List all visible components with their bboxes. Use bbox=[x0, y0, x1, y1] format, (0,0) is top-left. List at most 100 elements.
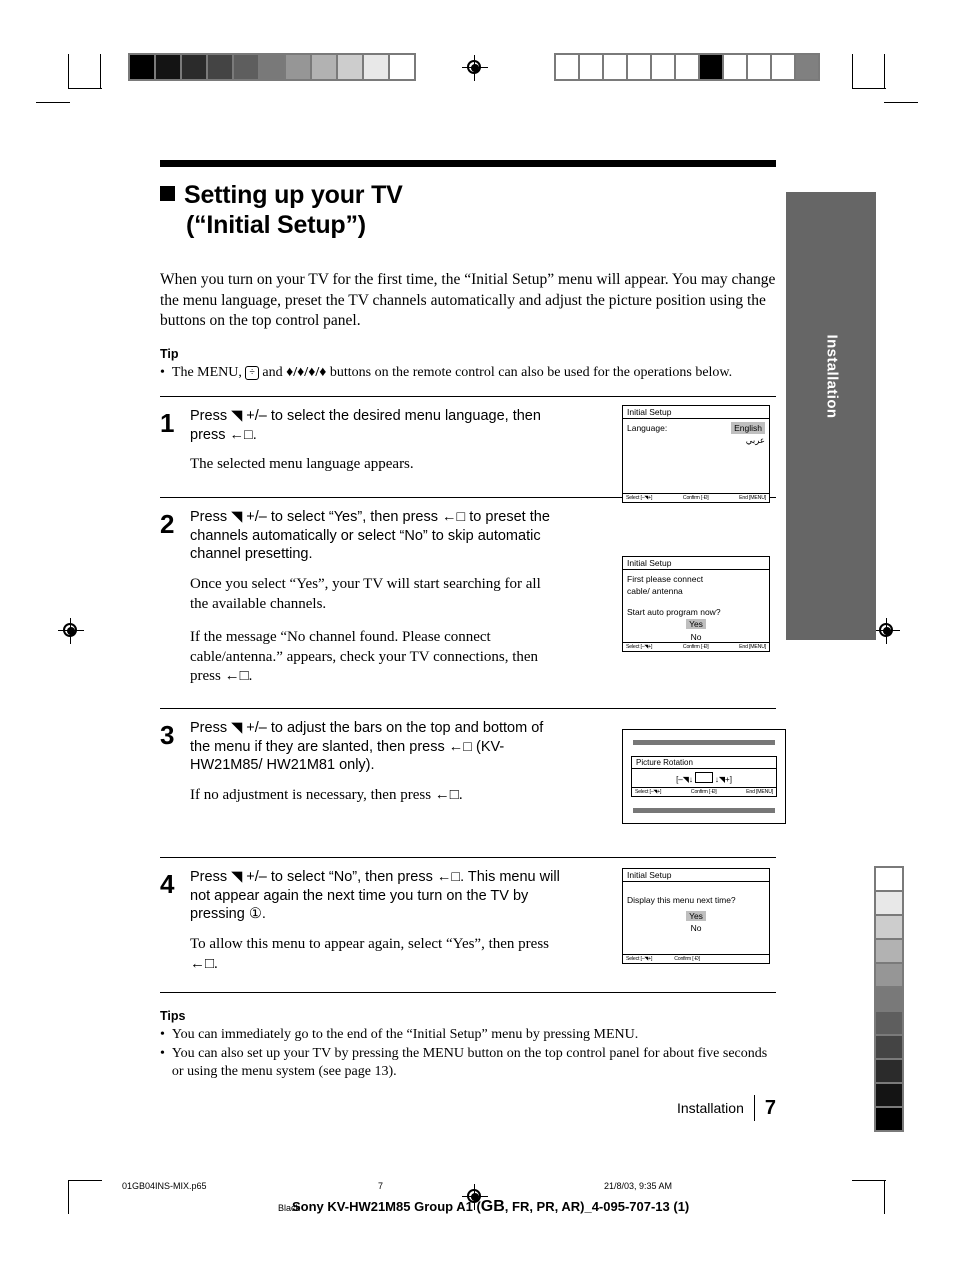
swatch-1 bbox=[876, 892, 902, 914]
step-3-instruction: Press ◥ +/– to adjust the bars on the to… bbox=[190, 719, 544, 774]
swatch-9 bbox=[364, 55, 388, 79]
swatch-0 bbox=[556, 55, 578, 79]
crop-mark-top-left-h2 bbox=[36, 102, 70, 103]
swatch-5 bbox=[676, 55, 698, 79]
osd-option-yes[interactable]: Yes bbox=[686, 910, 706, 921]
osd-option-yes[interactable]: Yes bbox=[686, 619, 706, 630]
swatch-1 bbox=[580, 55, 602, 79]
print-footer-page: 7 bbox=[378, 1181, 384, 1191]
tip-list-item-text: The MENU, ÷ and ♦/♦/♦/♦ buttons on the r… bbox=[172, 364, 732, 382]
step-1-note: The selected menu language appears. bbox=[190, 456, 414, 473]
doc-title-post: , FR, PR, AR)_4-095-707-13 (1) bbox=[504, 1199, 690, 1214]
osd-option-yes-row: Yes bbox=[627, 910, 765, 922]
osd-rotation-box: Picture Rotation [–◥↓ ↓◥+] Select [–◥+] C… bbox=[631, 755, 777, 797]
crop-mark-bottom-right-v bbox=[884, 1180, 885, 1214]
tips-item-text: You can also set up your TV by pressing … bbox=[171, 1045, 768, 1079]
osd-rotation-control-right: ↓◥+] bbox=[714, 774, 732, 784]
step-3-number: 3 bbox=[160, 719, 175, 750]
swatch-7 bbox=[724, 55, 746, 79]
osd-language-option-english[interactable]: English bbox=[731, 421, 765, 434]
print-footer-doc-title: Sony KV-HW21M85 Group A1 (GB, FR, PR, AR… bbox=[292, 1198, 689, 1216]
step-3: 3 Press ◥ +/– to adjust the bars on the … bbox=[160, 709, 786, 857]
osd-display-question: Display this menu next time? bbox=[627, 894, 736, 905]
swatch-7 bbox=[312, 55, 336, 79]
osd-footer-select: Select [–◥+] bbox=[626, 955, 653, 962]
step-4-instruction: Press ◥ +/– to select “No”, then press ←… bbox=[190, 868, 560, 923]
osd-footer-confirm: Confirm [·Ð] bbox=[690, 788, 717, 795]
crop-mark-top-left-h bbox=[68, 88, 102, 89]
swatch-8 bbox=[338, 55, 362, 79]
osd-title: Initial Setup bbox=[623, 869, 769, 882]
grayscale-step-wedge-top bbox=[128, 53, 416, 81]
step-3-body: Press ◥ +/– to adjust the bars on the to… bbox=[190, 719, 560, 845]
osd-title: Initial Setup bbox=[623, 557, 769, 570]
step-4-screenshot: Initial Setup Display this menu next tim… bbox=[622, 867, 770, 964]
osd-connect-line1: First please connect bbox=[627, 573, 704, 584]
tip-text-after: buttons on the remote control can also b… bbox=[329, 365, 733, 381]
swatch-6 bbox=[700, 55, 722, 79]
step-4-body: Press ◥ +/– to select “No”, then press ←… bbox=[190, 868, 560, 980]
osd-autoprogram-screen: Initial Setup First please connect cable… bbox=[622, 555, 770, 652]
swatch-9 bbox=[876, 1084, 902, 1106]
swatch-10 bbox=[876, 1108, 902, 1130]
step-1-body: Press ◥ +/– to select the desired menu l… bbox=[190, 407, 560, 485]
bullet-icon: • bbox=[160, 365, 165, 381]
print-footer-timestamp: 21/8/03, 9:35 AM bbox=[604, 1181, 673, 1191]
osd-footer-confirm: Confirm [·Ð] bbox=[674, 955, 700, 962]
swatch-4 bbox=[876, 964, 902, 986]
swatch-10 bbox=[390, 55, 414, 79]
osd-rotation-slider-box[interactable] bbox=[694, 771, 713, 783]
step-2-note-2: If the message “No channel found. Please… bbox=[190, 629, 539, 685]
osd-picture-rotation-screen: Picture Rotation [–◥↓ ↓◥+] Select [–◥+] C… bbox=[622, 728, 786, 824]
osd-footer-end: End [MENU] bbox=[739, 643, 766, 650]
step-1-number: 1 bbox=[160, 407, 175, 438]
swatch-5 bbox=[260, 55, 284, 79]
section-tab-label: Installation bbox=[823, 334, 841, 419]
swatch-3 bbox=[628, 55, 650, 79]
swatch-8 bbox=[748, 55, 770, 79]
swatch-4 bbox=[652, 55, 674, 79]
tips-section: Tips • You can immediately go to the end… bbox=[160, 1009, 776, 1082]
registration-mark-left bbox=[58, 618, 84, 644]
square-bullet-icon bbox=[160, 186, 175, 201]
crop-mark-bottom-left-h bbox=[68, 1180, 102, 1181]
footer-section-label: Installation bbox=[676, 1100, 744, 1117]
step-1-instruction: Press ◥ +/– to select the desired menu l… bbox=[190, 407, 541, 443]
osd-connect-line2: cable/ antenna bbox=[627, 585, 683, 596]
step-3-note: If no adjustment is necessary, then pres… bbox=[190, 787, 463, 804]
crop-mark-top-right-v bbox=[884, 54, 885, 88]
jog-dial-icon: ÷ bbox=[245, 366, 259, 381]
tip-text-mid: and bbox=[262, 365, 283, 381]
osd-language-option-arabic[interactable]: عربي bbox=[627, 434, 765, 446]
intro-paragraph: When you turn on your TV for the first t… bbox=[160, 271, 776, 330]
swatch-7 bbox=[876, 1036, 902, 1058]
bullet-icon: • bbox=[160, 1045, 165, 1061]
osd-rotation-control-left: [–◥↓ bbox=[676, 774, 693, 784]
step-3-screenshot: Picture Rotation [–◥↓ ↓◥+] Select [–◥+] C… bbox=[622, 728, 786, 824]
crop-mark-bottom-right-h bbox=[852, 1180, 886, 1181]
osd-rotation-control[interactable]: [–◥↓ ↓◥+] bbox=[632, 769, 776, 788]
crop-mark-top-right-v2 bbox=[852, 54, 853, 88]
step-2-screenshot: Initial Setup First please connect cable… bbox=[622, 555, 770, 652]
step-1-screenshot: Initial Setup Language: English عربي Sel… bbox=[622, 404, 770, 503]
step-4: 4 Press ◥ +/– to select “No”, then press… bbox=[160, 858, 776, 992]
osd-footer: Select [–◥+] Confirm [·Ð] bbox=[623, 953, 769, 963]
tips-item-text: You can immediately go to the end of the… bbox=[171, 1026, 639, 1042]
divider-below-step4 bbox=[160, 991, 776, 993]
registration-mark-top bbox=[462, 55, 488, 81]
doc-title-gb: GB bbox=[480, 1198, 505, 1215]
swatch-0 bbox=[876, 868, 902, 890]
osd-option-no[interactable]: No bbox=[627, 631, 765, 643]
crop-mark-top-left-v bbox=[68, 54, 69, 88]
tips-heading: Tips bbox=[160, 1008, 186, 1023]
osd-footer-select: Select [–◥+] bbox=[626, 643, 653, 650]
osd-option-no[interactable]: No bbox=[627, 922, 765, 934]
step-4-number: 4 bbox=[160, 868, 175, 899]
osd-body: Display this menu next time? Yes No bbox=[623, 882, 769, 954]
crop-mark-top-right-h2 bbox=[884, 102, 918, 103]
tip-heading: Tip bbox=[160, 347, 179, 362]
tip-list: • The MENU, ÷ and ♦/♦/♦/♦ buttons on the… bbox=[160, 364, 776, 382]
step-2-note-1: Once you select “Yes”, your TV will star… bbox=[190, 576, 541, 612]
bullet-icon: • bbox=[160, 1026, 165, 1042]
swatch-0 bbox=[130, 55, 154, 79]
